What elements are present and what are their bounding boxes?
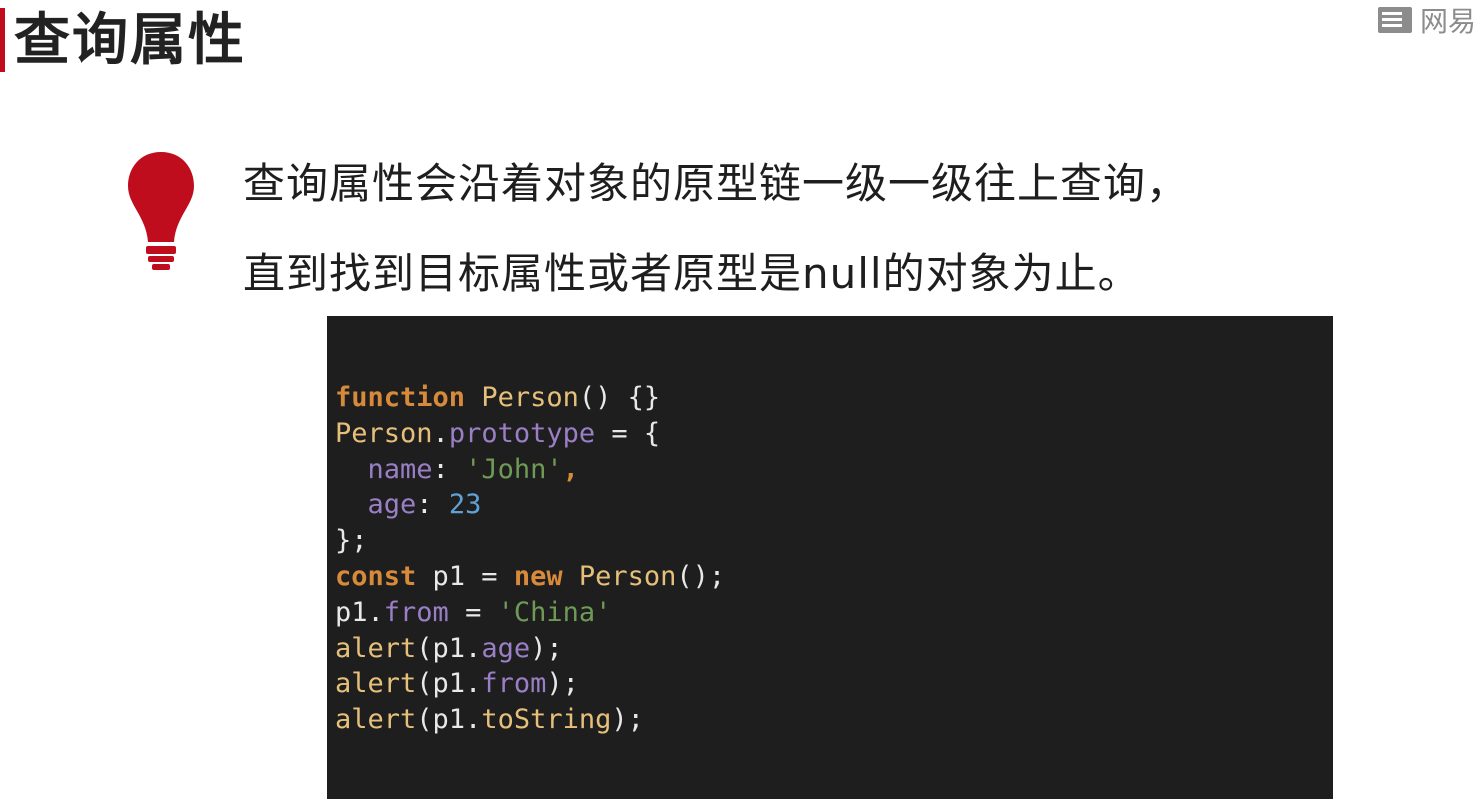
code-token: name	[367, 453, 433, 485]
code-token: Person	[335, 417, 433, 449]
code-token: =	[448, 596, 498, 628]
tip-text-line-2: 直到找到目标属性或者原型是null的对象为止。	[243, 249, 1141, 298]
code-token: = {	[595, 417, 661, 449]
code-token: Person	[481, 382, 579, 413]
code-token: from	[481, 668, 547, 700]
logo-text: 网易	[1419, 5, 1476, 38]
code-token: 'China'	[497, 596, 612, 628]
book-icon	[1377, 7, 1412, 33]
page-title: 查询属性	[14, 8, 246, 73]
code-line: };	[335, 523, 1333, 559]
code-line: alert(p1.toString);	[335, 702, 1333, 738]
code-token: );	[546, 668, 579, 700]
code-token: 23	[448, 489, 482, 521]
code-token: age	[481, 632, 531, 664]
code-token: from	[383, 596, 449, 628]
code-token: (p1.	[416, 632, 482, 664]
code-line: function Person() {}	[335, 380, 1333, 416]
code-token: Person	[578, 560, 677, 592]
code-token: alert	[335, 704, 417, 736]
code-token: p1 =	[416, 560, 514, 592]
code-token: () {}	[578, 382, 661, 413]
brand-logo: 网易	[1377, 0, 1476, 40]
tip-text-line-1: 查询属性会沿着对象的原型链一级一级往上查询，	[243, 159, 1190, 208]
lightbulb-icon	[128, 152, 194, 270]
code-token: const	[335, 560, 417, 592]
code-token: alert	[335, 632, 417, 664]
code-line: age: 23	[335, 487, 1333, 523]
code-token: .	[432, 417, 449, 449]
code-token: ,	[562, 453, 579, 485]
code-token: age	[367, 489, 417, 521]
code-token: alert	[335, 668, 417, 700]
code-token: function	[335, 382, 466, 413]
title-accent-bar	[0, 8, 5, 72]
code-token: 'John'	[465, 453, 563, 485]
code-token: };	[335, 525, 368, 557]
code-token: toString	[481, 704, 612, 736]
code-token: :	[416, 489, 449, 521]
code-line: alert(p1.age);	[335, 631, 1333, 667]
code-token: (p1.	[416, 704, 482, 736]
code-line: Person.prototype = {	[335, 416, 1333, 452]
code-token: p1.	[335, 596, 384, 628]
code-line: alert(p1.from);	[335, 666, 1333, 702]
code-line: name: 'John',	[335, 452, 1333, 488]
code-token: (p1.	[416, 668, 482, 700]
code-token: :	[432, 453, 466, 485]
code-token: );	[530, 632, 563, 664]
code-line: const p1 = new Person();	[335, 559, 1333, 595]
code-token: ();	[676, 560, 726, 592]
code-block: function Person() {} Person.prototype = {…	[327, 316, 1333, 799]
code-token: prototype	[448, 417, 596, 449]
code-line: p1.from = 'China'	[335, 595, 1333, 631]
code-token: new	[513, 560, 563, 592]
code-token: );	[611, 704, 644, 736]
